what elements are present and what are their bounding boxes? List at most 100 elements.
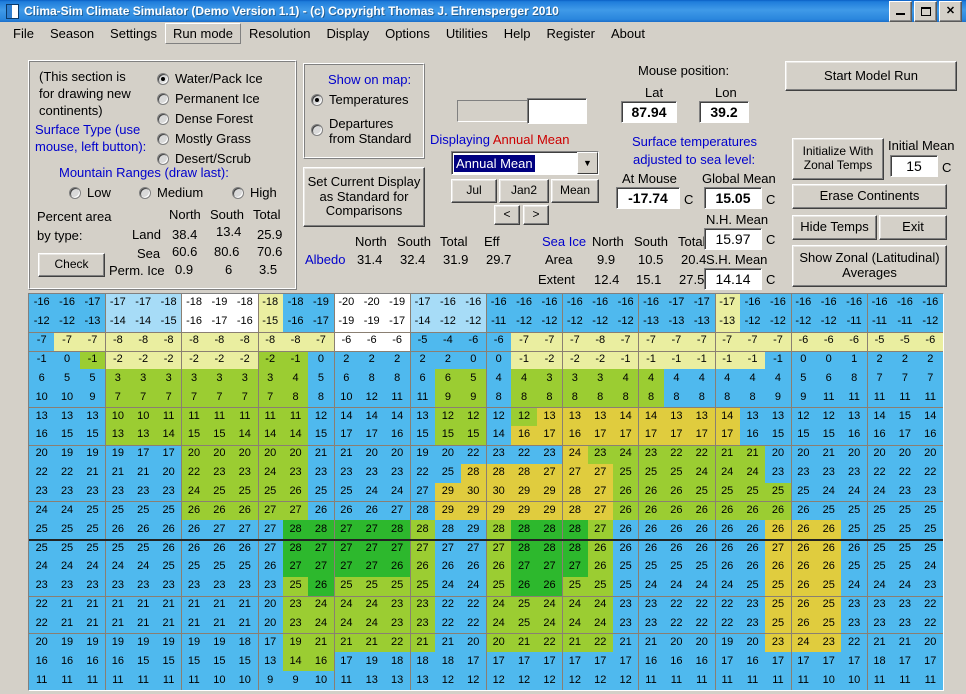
show-option-departures[interactable]: Departures from Standard (311, 116, 411, 146)
season-select[interactable]: Annual Mean ▼ (451, 151, 599, 175)
radio-departures[interactable] (311, 124, 323, 136)
mountain-ranges-label: Mountain Ranges (draw last): (59, 165, 229, 180)
menu-item-utilities[interactable]: Utilities (438, 23, 496, 44)
initial-mean-unit: C (942, 160, 952, 175)
radio-mountain-medium[interactable] (139, 186, 151, 199)
erase-continents-button[interactable]: Erase Continents (792, 184, 947, 209)
sea-ice-area-north: 9.9 (597, 252, 616, 267)
draw-note-line3: continents) (39, 103, 103, 118)
draw-table-header-total: Total (253, 207, 281, 222)
menu-item-help[interactable]: Help (496, 23, 539, 44)
global-mean-value-field: 15.05 (704, 187, 762, 209)
menu-item-season[interactable]: Season (42, 23, 102, 44)
surface-option-label: Mostly Grass (175, 131, 251, 146)
jul-button[interactable]: Jul (451, 179, 497, 203)
set-standard-button[interactable]: Set Current Display as Standard for Comp… (303, 167, 425, 227)
surface-option-label: Desert/Scrub (175, 151, 251, 166)
window-controls: ✕ (889, 0, 962, 22)
mean-button[interactable]: Mean (551, 179, 599, 203)
exit-button[interactable]: Exit (879, 215, 947, 240)
app-document-icon (4, 3, 20, 19)
surface-type-label-line1: Surface Type (use (35, 122, 141, 137)
albedo-header-south: South (397, 234, 431, 249)
menu-item-display[interactable]: Display (318, 23, 377, 44)
draw-row-permice-label: Perm. Ice (109, 263, 165, 278)
sea-ice-title: Sea Ice (542, 234, 587, 249)
sea-ice-header-south: South (634, 234, 668, 249)
sea-ice-area-total: 20.4 (681, 252, 707, 267)
chevron-down-icon[interactable]: ▼ (577, 152, 598, 174)
initial-mean-label: Initial Mean (888, 138, 955, 153)
displaying-status: Displaying Annual Mean (430, 132, 570, 147)
radio-desert-scrub[interactable] (157, 152, 169, 165)
radio-mountain-low[interactable] (69, 186, 81, 199)
sh-mean-value-field: 14.14 (704, 268, 762, 290)
displaying-prefix: Displaying (430, 132, 490, 147)
menu-item-about[interactable]: About (603, 23, 653, 44)
next-button[interactable]: > (523, 205, 549, 225)
albedo-total: 31.9 (443, 252, 469, 267)
mountain-option-low[interactable]: Low (69, 185, 111, 200)
draw-row-land-south: 13.4 (216, 224, 242, 239)
initialize-line2: Zonal Temps (803, 158, 873, 172)
show-zonal-averages-button[interactable]: Show Zonal (Latitudinal) Averages (792, 245, 947, 287)
radio-mostly-grass[interactable] (157, 132, 169, 145)
menu-item-options[interactable]: Options (377, 23, 438, 44)
temp-note-line2: adjusted to sea level: (633, 152, 756, 167)
lat-label: Lat (645, 85, 664, 100)
draw-note-line2: for drawing new (39, 86, 131, 101)
surface-option-mostly-grass[interactable]: Mostly Grass (157, 131, 251, 146)
percent-area-label-line1: Percent area (37, 209, 112, 224)
albedo-south: 32.4 (400, 252, 426, 267)
sea-ice-extent-total: 27.5 (679, 272, 705, 287)
minimize-button[interactable] (889, 0, 912, 22)
menu-item-settings[interactable]: Settings (102, 23, 165, 44)
show-option-label-line2: from Standard (329, 131, 412, 146)
percent-area-label-line2: by type: (37, 228, 83, 243)
close-button[interactable]: ✕ (939, 0, 962, 22)
surface-option-permanent-ice[interactable]: Permanent Ice (157, 91, 260, 106)
menu-item-register[interactable]: Register (539, 23, 603, 44)
radio-temperatures[interactable] (311, 93, 323, 106)
surface-option-dense-forest[interactable]: Dense Forest (157, 111, 253, 126)
show-option-temperatures[interactable]: Temperatures (311, 92, 408, 107)
initialize-line1: Initialize With (802, 144, 874, 159)
initial-mean-field[interactable]: 15 (890, 155, 938, 177)
progress-value-field[interactable] (527, 98, 587, 124)
maximize-button[interactable] (914, 0, 937, 22)
draw-row-permice-total: 3.5 (259, 262, 278, 277)
mountain-option-medium[interactable]: Medium (139, 185, 203, 200)
prev-button[interactable]: < (494, 205, 520, 225)
show-zonal-line1: Show Zonal (Latitudinal) (799, 250, 940, 266)
surface-option-desert-scrub[interactable]: Desert/Scrub (157, 151, 251, 166)
jan2-button[interactable]: Jan2 (499, 179, 549, 203)
set-standard-line3: Comparisons (325, 203, 403, 219)
surface-option-water-pack-ice[interactable]: Water/Pack Ice (157, 71, 263, 86)
check-button[interactable]: Check (38, 253, 105, 277)
mountain-option-high[interactable]: High (232, 185, 277, 200)
set-standard-line1: Set Current Display (307, 173, 421, 189)
continent-draw-panel: (This section is for drawing new contine… (28, 60, 297, 290)
draw-row-land-north: 38.4 (172, 227, 198, 242)
show-on-map-title: Show on map: (328, 72, 412, 87)
menu-item-file[interactable]: File (5, 23, 42, 44)
at-mouse-unit: C (684, 192, 694, 207)
radio-dense-forest[interactable] (157, 112, 169, 125)
menu-item-run-mode[interactable]: Run mode (165, 23, 242, 44)
radio-water-pack-ice[interactable] (157, 72, 169, 85)
sea-ice-header-total: Total (678, 234, 706, 249)
nh-mean-value-field: 15.97 (704, 228, 762, 250)
lon-value-field: 39.2 (699, 101, 749, 123)
hide-temps-button[interactable]: Hide Temps (792, 215, 877, 240)
climate-map[interactable]: -16 -16 -17 -17 -17 -18 -18 -19 -18 -18 -18 -19 -20-… (28, 293, 944, 691)
sea-ice-row-area-label: Area (545, 252, 573, 267)
radio-mountain-high[interactable] (232, 186, 244, 199)
start-model-run-button[interactable]: Start Model Run (785, 61, 957, 91)
radio-permanent-ice[interactable] (157, 92, 169, 105)
show-option-label-line1: Departures (329, 116, 394, 131)
sea-ice-header-north: North (592, 234, 624, 249)
menu-item-resolution[interactable]: Resolution (241, 23, 318, 44)
draw-table-header-south: South (210, 207, 244, 222)
draw-row-sea-label: Sea (137, 246, 161, 261)
initialize-zonal-temps-button[interactable]: Initialize With Zonal Temps (792, 138, 884, 180)
